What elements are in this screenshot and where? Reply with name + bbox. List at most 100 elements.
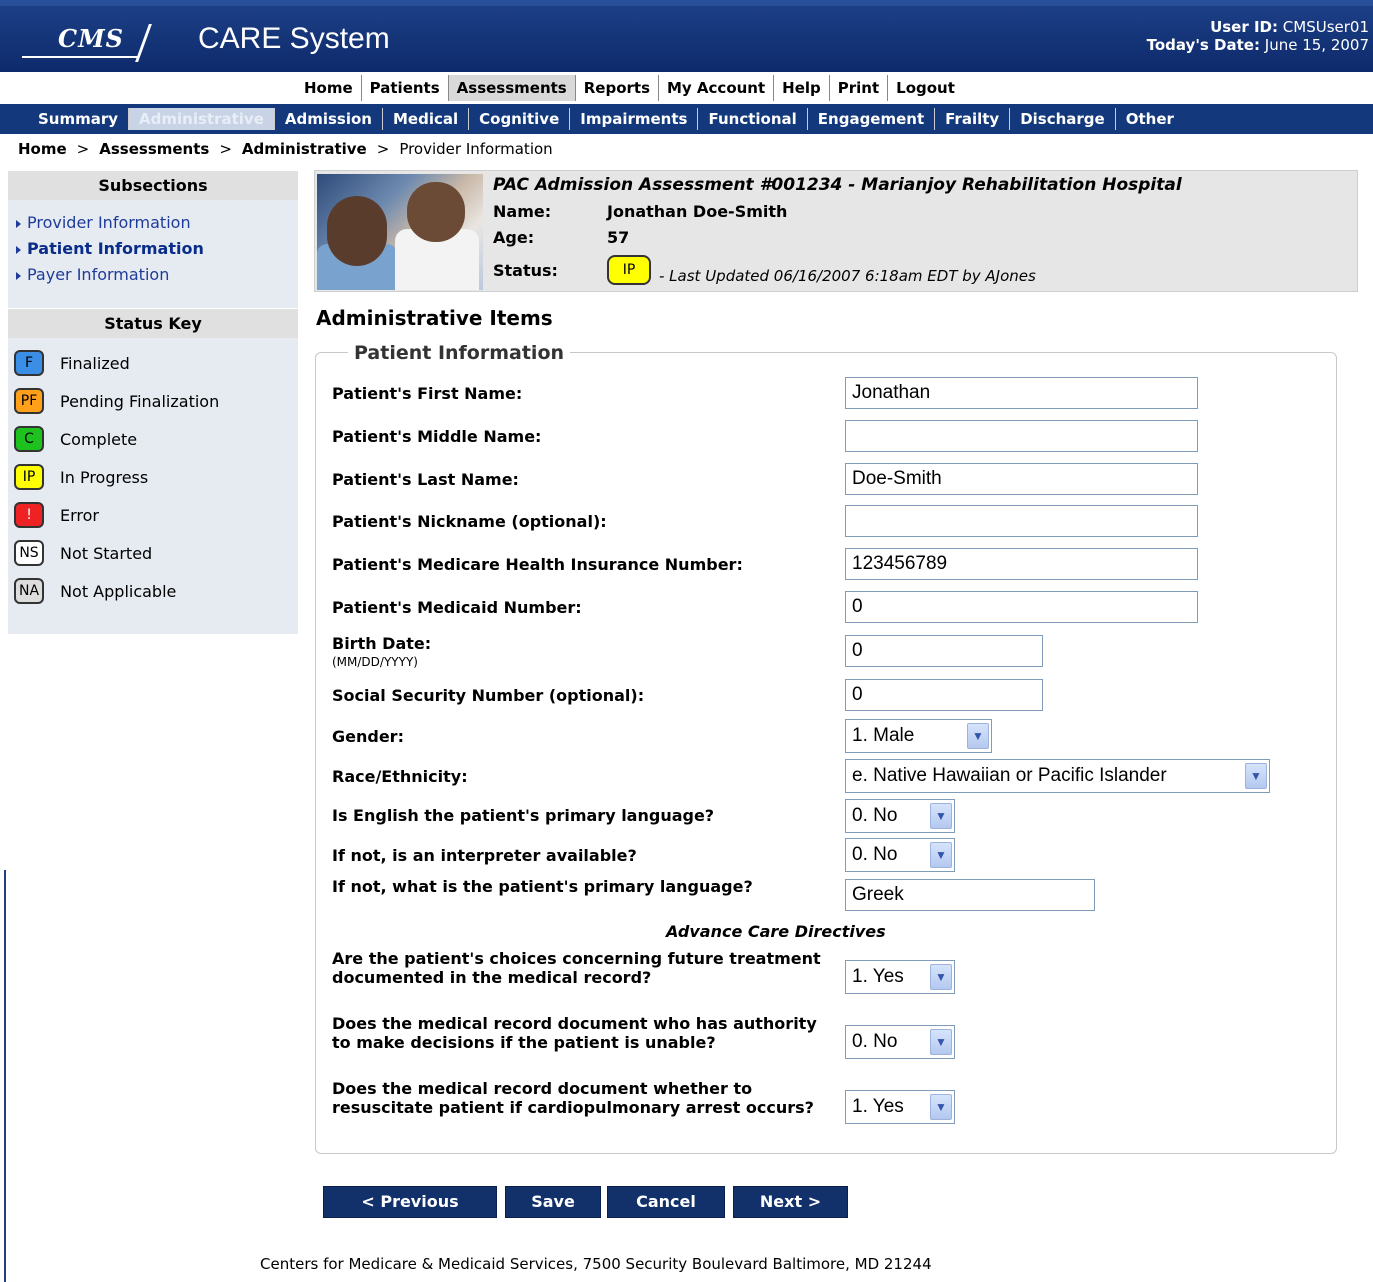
date-label: Today's Date: (1146, 36, 1260, 54)
chevron-down-icon[interactable]: ▼ (930, 1029, 952, 1055)
chevron-down-icon[interactable]: ▼ (930, 803, 952, 829)
tab-discharge[interactable]: Discharge (1010, 108, 1116, 130)
subsection-label: Payer Information (27, 265, 170, 284)
status-badge-c: C (14, 426, 44, 452)
birth-date-field[interactable]: 0 (845, 635, 1043, 667)
section-title: Administrative Items (316, 306, 553, 330)
nav-help[interactable]: Help (774, 75, 830, 101)
user-info: User ID: CMSUser01 Today's Date: June 15… (1147, 18, 1369, 54)
tab-other[interactable]: Other (1116, 108, 1184, 130)
tab-administrative[interactable]: Administrative (129, 108, 275, 130)
nav-home[interactable]: Home (296, 75, 362, 101)
name-value: Jonathan Doe-Smith (607, 202, 788, 221)
logo-slash (135, 24, 152, 62)
tab-engagement[interactable]: Engagement (808, 108, 936, 130)
gender-select[interactable]: 1. Male ▼ (845, 719, 992, 753)
ssn-field[interactable]: 0 (845, 679, 1043, 711)
nickname-field[interactable] (845, 505, 1198, 537)
save-button[interactable]: Save (505, 1186, 601, 1218)
status-key-label: In Progress (60, 467, 149, 487)
top-navigation: Home Patients Assessments Reports My Acc… (0, 72, 1373, 104)
medicare-number-field[interactable]: 123456789 (845, 548, 1198, 580)
chevron-down-icon[interactable]: ▼ (967, 723, 989, 749)
fieldset-legend: Patient Information (348, 342, 571, 364)
resuscitate-select[interactable]: 1. Yes ▼ (845, 1090, 955, 1124)
decision-authority-select-value: 0. No (852, 1031, 898, 1052)
status-key-finalized: F Finalized (8, 344, 298, 382)
nav-reports[interactable]: Reports (576, 75, 659, 101)
photo-doctor-head (407, 182, 465, 242)
nav-my-account[interactable]: My Account (659, 75, 775, 101)
breadcrumb-separator: > (76, 140, 90, 158)
decision-authority-select[interactable]: 0. No ▼ (845, 1025, 955, 1059)
status-badge: IP (607, 255, 651, 285)
breadcrumb-separator: > (219, 140, 232, 158)
status-key-heading: Status Key (8, 308, 298, 338)
tab-summary[interactable]: Summary (28, 108, 130, 130)
medicaid-number-field[interactable]: 0 (845, 591, 1198, 623)
tab-functional[interactable]: Functional (698, 108, 808, 130)
subsection-payer-information[interactable]: Payer Information (8, 262, 298, 288)
triangle-icon (16, 219, 21, 228)
left-border (4, 870, 6, 1282)
middle-name-field[interactable] (845, 420, 1198, 452)
status-label: Status: (493, 261, 558, 280)
breadcrumb-administrative[interactable]: Administrative (242, 140, 367, 158)
previous-button[interactable]: < Previous (323, 1186, 497, 1218)
first-name-field[interactable]: Jonathan (845, 377, 1198, 409)
tab-medical[interactable]: Medical (383, 108, 470, 130)
last-name-field[interactable]: Doe-Smith (845, 463, 1198, 495)
section-navigation: Summary Administrative Admission Medical… (0, 104, 1373, 134)
logo-underline (22, 56, 138, 58)
tab-admission[interactable]: Admission (275, 108, 383, 130)
logo-text: CMS (58, 24, 124, 53)
status-badge-ns: NS (14, 540, 44, 566)
status-badge-error: ! (14, 502, 44, 528)
nav-assessments[interactable]: Assessments (448, 75, 576, 101)
resuscitate-label: Does the medical record document whether… (332, 1079, 814, 1117)
subsection-provider-information[interactable]: Provider Information (8, 210, 298, 236)
decision-authority-label: Does the medical record document who has… (332, 1014, 817, 1052)
primary-language-label: If not, what is the patient's primary la… (332, 877, 753, 896)
primary-language-field[interactable]: Greek (845, 879, 1095, 911)
cancel-button[interactable]: Cancel (607, 1186, 725, 1218)
race-ethnicity-select[interactable]: e. Native Hawaiian or Pacific Islander ▼ (845, 759, 1270, 793)
chevron-down-icon[interactable]: ▼ (930, 964, 952, 990)
nav-patients[interactable]: Patients (362, 75, 449, 101)
age-value: 57 (607, 228, 630, 247)
interpreter-select[interactable]: 0. No ▼ (845, 838, 955, 872)
chevron-down-icon[interactable]: ▼ (1245, 763, 1267, 789)
doctor-patient-photo (317, 174, 483, 290)
triangle-icon (16, 271, 21, 280)
tab-frailty[interactable]: Frailty (935, 108, 1011, 130)
footer-address: Centers for Medicare & Medicaid Services… (260, 1255, 932, 1273)
status-key-label: Not Applicable (60, 581, 177, 601)
nav-logout[interactable]: Logout (888, 75, 963, 101)
status-key-not-started: NS Not Started (8, 534, 298, 572)
next-button[interactable]: Next > (733, 1186, 848, 1218)
age-label: Age: (493, 228, 535, 247)
breadcrumb-home[interactable]: Home (18, 140, 67, 158)
race-ethnicity-select-value: e. Native Hawaiian or Pacific Islander (852, 765, 1167, 786)
app-title: CARE System (198, 22, 390, 55)
choices-documented-select-value: 1. Yes (852, 966, 904, 987)
nav-print[interactable]: Print (830, 75, 889, 101)
tab-cognitive[interactable]: Cognitive (469, 108, 571, 130)
chevron-down-icon[interactable]: ▼ (930, 842, 952, 868)
status-badge-ip: IP (14, 464, 44, 490)
chevron-down-icon[interactable]: ▼ (930, 1094, 952, 1120)
status-key-label: Not Started (60, 543, 153, 563)
photo-patient-head (327, 196, 387, 266)
status-key-complete: C Complete (8, 420, 298, 458)
gender-select-value: 1. Male (852, 725, 915, 746)
english-primary-select[interactable]: 0. No ▼ (845, 799, 955, 833)
breadcrumb-assessments[interactable]: Assessments (99, 140, 209, 158)
subsection-patient-information[interactable]: Patient Information (8, 236, 298, 262)
choices-documented-select[interactable]: 1. Yes ▼ (845, 960, 955, 994)
status-key-pending: PF Pending Finalization (8, 382, 298, 420)
subsection-label: Patient Information (27, 239, 204, 258)
status-key-in-progress: IP In Progress (8, 458, 298, 496)
tab-impairments[interactable]: Impairments (570, 108, 699, 130)
breadcrumb-separator: > (376, 140, 390, 158)
choices-documented-label: Are the patient's choices concerning fut… (332, 949, 821, 987)
